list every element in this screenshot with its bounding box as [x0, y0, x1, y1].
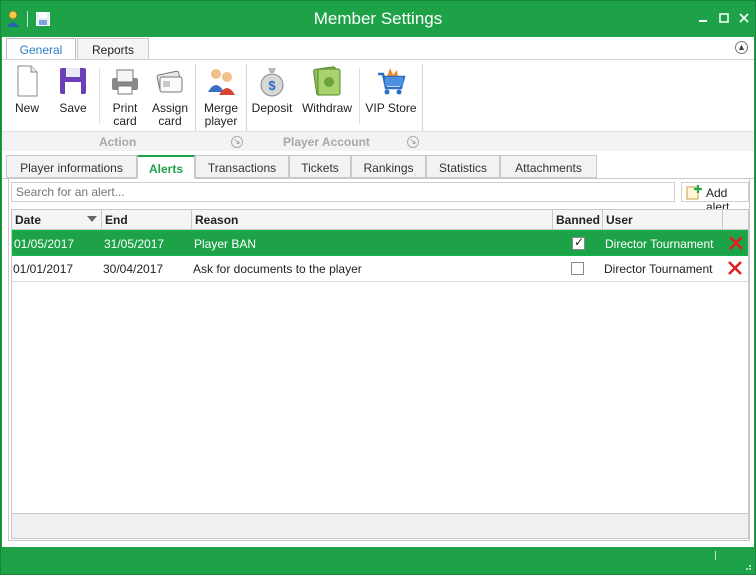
withdraw-button[interactable]: Withdraw — [300, 64, 354, 115]
maximize-icon[interactable] — [717, 11, 731, 25]
save-disk-icon — [60, 68, 86, 94]
merge-player-icon — [208, 69, 235, 95]
print-card-label-1: Print — [112, 101, 138, 115]
cell-date: 01/01/2017 — [13, 262, 74, 276]
add-alert-button[interactable]: Add alert — [681, 182, 749, 214]
column-date-label: Date — [15, 213, 42, 227]
merge-player-label-1: Merge — [203, 101, 238, 115]
banknotes-icon — [313, 66, 341, 96]
ribbon-group-separator — [246, 64, 247, 132]
window-title: Member Settings — [313, 9, 443, 28]
merge-player-button[interactable]: Merge player — [200, 64, 242, 128]
cell-reason: Player BAN — [194, 237, 257, 251]
ribbon-collapse-icon[interactable]: ▲ — [735, 41, 748, 54]
assign-card-label-1: Assign — [151, 101, 189, 115]
vip-store-button[interactable]: VIP Store — [364, 64, 418, 115]
new-button[interactable]: New — [8, 64, 46, 115]
member-settings-window: Member Settings General Reports ▲ New Sa… — [0, 0, 756, 575]
column-header-reason[interactable]: Reason — [192, 210, 553, 229]
cell-reason: Ask for documents to the player — [193, 262, 362, 276]
table-row[interactable]: 01/01/2017 30/04/2017 Ask for documents … — [12, 256, 748, 282]
print-card-icon — [112, 69, 138, 95]
action-group-launcher-icon[interactable]: ↘ — [231, 136, 243, 148]
column-header-actions — [723, 210, 748, 229]
resize-grip-icon[interactable] — [742, 561, 752, 571]
cell-date: 01/05/2017 — [14, 237, 75, 251]
shopping-cart-icon — [378, 68, 406, 95]
tab-transactions[interactable]: Transactions — [195, 155, 289, 178]
print-card-button[interactable]: Print card — [105, 64, 145, 128]
cell-end: 31/05/2017 — [104, 237, 165, 251]
status-separator — [715, 551, 716, 560]
tab-rankings[interactable]: Rankings — [351, 155, 426, 178]
alert-search-input[interactable] — [11, 182, 675, 202]
svg-text:$: $ — [268, 78, 276, 93]
tab-attachments[interactable]: Attachments — [500, 155, 597, 178]
deposit-label: Deposit — [251, 101, 293, 115]
column-header-banned[interactable]: Banned — [553, 210, 603, 229]
new-document-icon — [17, 65, 38, 97]
player-account-group-launcher-icon[interactable]: ↘ — [407, 136, 419, 148]
print-card-label-2: card — [113, 114, 137, 128]
assign-card-label-2: card — [158, 114, 182, 128]
group-label-player-account: Player Account — [283, 135, 370, 149]
grid-footer — [12, 513, 748, 538]
vip-store-label: VIP Store — [365, 101, 417, 115]
status-bar — [1, 547, 755, 574]
banned-checkbox[interactable] — [571, 262, 584, 275]
assign-card-button[interactable]: Assign card — [149, 64, 191, 128]
cell-user: Director Tournament — [605, 237, 714, 251]
tab-alerts[interactable]: Alerts — [137, 155, 195, 179]
ribbon-tab-strip: General Reports ▲ — [2, 37, 754, 61]
assign-card-icon — [156, 70, 183, 93]
ribbon-group-separator — [195, 64, 196, 132]
delete-alert-icon[interactable] — [726, 259, 744, 277]
ribbon-separator — [359, 68, 360, 124]
ribbon-group-separator — [422, 64, 423, 132]
money-bag-icon: $ — [260, 68, 284, 97]
column-header-end[interactable]: End — [102, 210, 192, 229]
cell-user: Director Tournament — [604, 262, 713, 276]
column-header-user[interactable]: User — [603, 210, 723, 229]
merge-player-label-2: player — [204, 114, 238, 128]
sort-desc-icon — [87, 216, 97, 222]
ribbon-separator — [99, 68, 100, 124]
close-icon[interactable] — [737, 11, 751, 25]
banned-checkbox[interactable] — [572, 235, 585, 250]
deposit-button[interactable]: $ Deposit — [251, 64, 293, 115]
grid-header: Date End Reason Banned User — [12, 210, 748, 230]
withdraw-label: Withdraw — [301, 101, 352, 115]
save-button[interactable]: Save — [54, 64, 92, 115]
alerts-grid: Date End Reason Banned User 01/05/2017 3… — [11, 209, 749, 539]
save-label: Save — [59, 101, 87, 115]
ribbon-tab-reports[interactable]: Reports — [77, 38, 149, 60]
minimize-icon[interactable] — [696, 11, 710, 25]
column-header-date[interactable]: Date — [12, 210, 102, 229]
group-label-action: Action — [99, 135, 137, 149]
tab-statistics[interactable]: Statistics — [426, 155, 500, 178]
add-alert-icon — [686, 185, 702, 200]
title-bar: Member Settings — [1, 1, 755, 37]
alerts-panel: Add alert Date End Reason Banned User 01… — [8, 179, 750, 541]
tab-player-informations[interactable]: Player informations — [6, 155, 137, 178]
tab-tickets[interactable]: Tickets — [289, 155, 351, 178]
table-row[interactable]: 01/05/2017 31/05/2017 Player BAN Directo… — [12, 230, 748, 256]
ribbon-tab-general[interactable]: General — [6, 38, 76, 61]
content-area: Player informations Alerts Transactions … — [2, 151, 754, 547]
cell-end: 30/04/2017 — [103, 262, 164, 276]
content-tab-strip: Player informations Alerts Transactions … — [2, 155, 754, 179]
ribbon-group-bar: Action ↘ Player Account ↘ — [2, 131, 754, 151]
delete-alert-icon[interactable] — [727, 234, 745, 252]
new-label: New — [14, 101, 39, 115]
